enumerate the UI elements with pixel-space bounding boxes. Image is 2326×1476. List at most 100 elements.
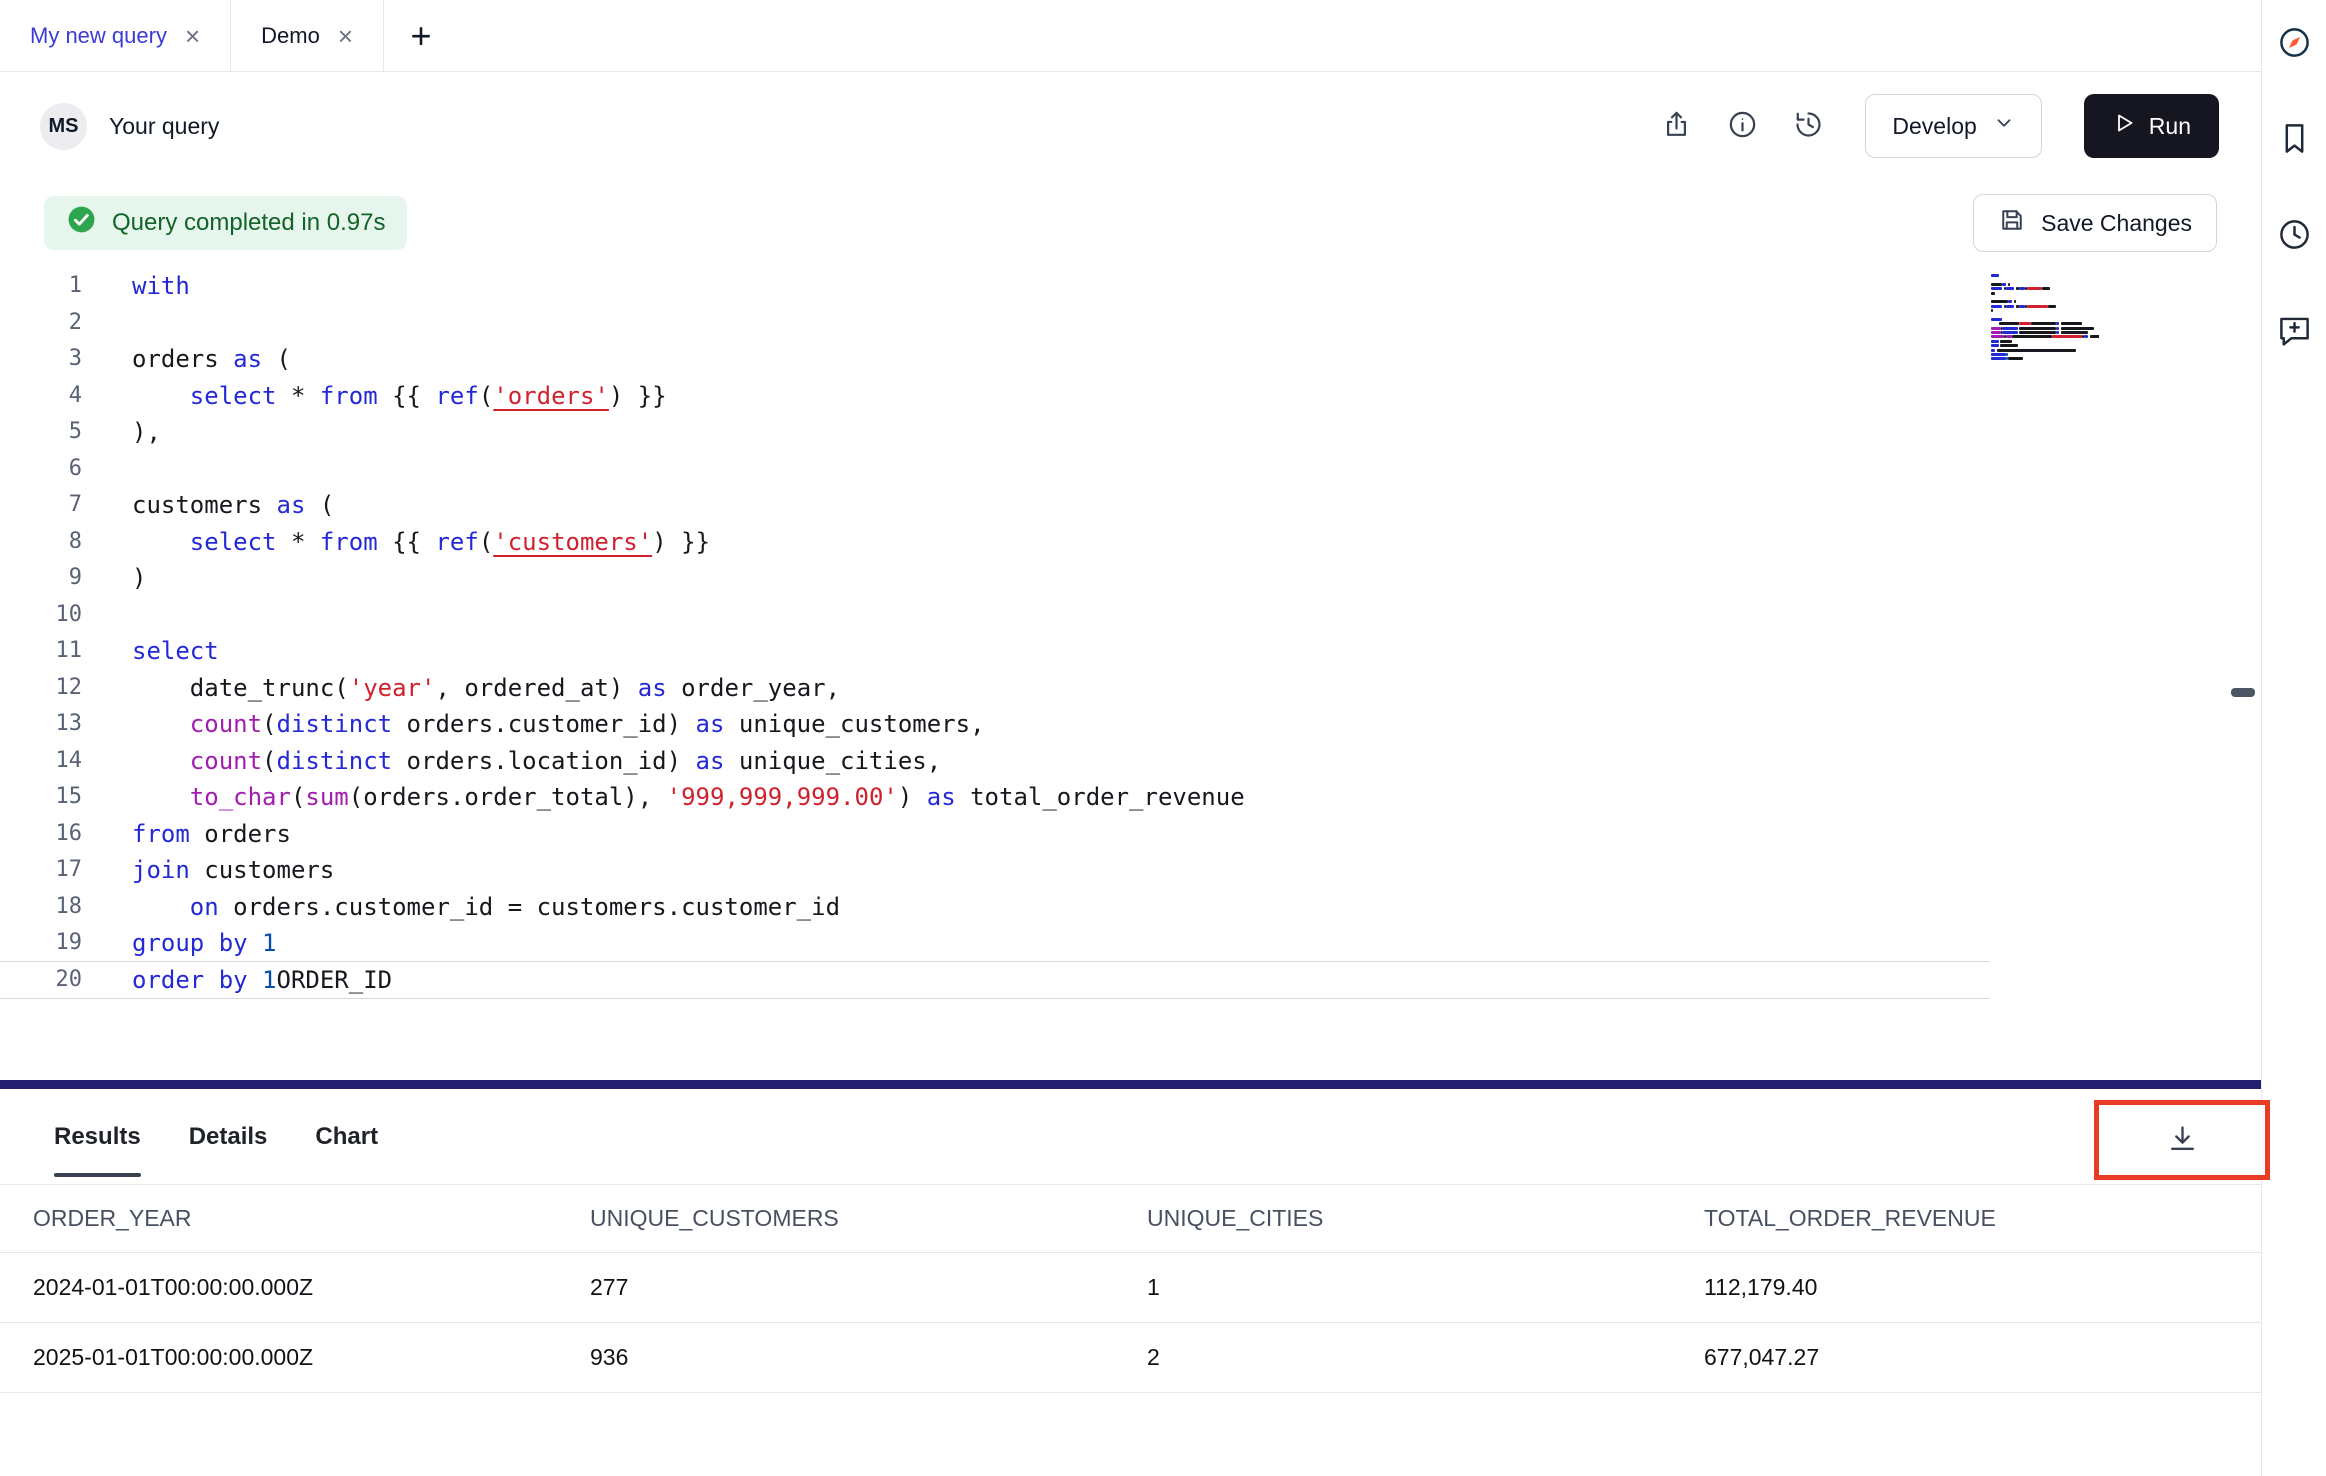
scrollbar-thumb[interactable] bbox=[2231, 688, 2255, 697]
develop-dropdown[interactable]: Develop bbox=[1865, 94, 2041, 158]
tab-chart[interactable]: Chart bbox=[315, 1089, 378, 1184]
info-button[interactable] bbox=[1719, 103, 1765, 149]
close-icon[interactable]: × bbox=[185, 23, 200, 49]
save-changes-label: Save Changes bbox=[2041, 210, 2192, 237]
history-icon bbox=[1793, 109, 1824, 143]
table-row[interactable]: 2025-01-01T00:00:00.000Z9362677,047.27 bbox=[0, 1323, 2261, 1393]
code-line[interactable]: 5), bbox=[0, 414, 2261, 451]
code-line[interactable]: 15 to_char(sum(orders.order_total), '999… bbox=[0, 779, 2261, 816]
run-label: Run bbox=[2149, 113, 2191, 140]
editor-tab-bar: My new query × Demo × + bbox=[0, 0, 2261, 72]
page-title: Your query bbox=[109, 113, 219, 140]
sql-editor[interactable]: 1with23 orders as (4 select * from {{ ref… bbox=[0, 268, 2261, 1080]
results-table: ORDER_YEARUNIQUE_CUSTOMERSUNIQUE_CITIEST… bbox=[0, 1185, 2261, 1393]
save-icon bbox=[1998, 206, 2026, 240]
tab-demo[interactable]: Demo × bbox=[231, 0, 384, 71]
code-text: order by 1ORDER_ID bbox=[132, 962, 392, 999]
code-line[interactable]: 13 count(distinct orders.customer_id) as… bbox=[0, 706, 2261, 743]
status-badge: Query completed in 0.97s bbox=[44, 196, 407, 250]
panel-splitter[interactable] bbox=[0, 1080, 2261, 1089]
clock-icon bbox=[2276, 216, 2313, 256]
feedback-button[interactable] bbox=[2272, 310, 2316, 354]
table-cell: 2025-01-01T00:00:00.000Z bbox=[33, 1344, 590, 1371]
code-line[interactable]: 3 orders as ( bbox=[0, 341, 2261, 378]
line-number: 11 bbox=[0, 633, 82, 670]
query-actions: Develop Run bbox=[1653, 94, 2219, 158]
code-text: count(distinct orders.location_id) as un… bbox=[132, 743, 941, 780]
code-text: join customers bbox=[132, 852, 334, 889]
explore-compass-icon bbox=[2276, 24, 2313, 64]
code-line[interactable]: 7 customers as ( bbox=[0, 487, 2261, 524]
results-tab-bar: Results Details Chart bbox=[0, 1089, 2261, 1185]
run-button[interactable]: Run bbox=[2084, 94, 2219, 158]
line-number: 14 bbox=[0, 743, 82, 780]
code-line[interactable]: 10 bbox=[0, 597, 2261, 634]
results-body: 2024-01-01T00:00:00.000Z2771112,179.4020… bbox=[0, 1253, 2261, 1393]
code-line[interactable]: 14 count(distinct orders.location_id) as… bbox=[0, 743, 2261, 780]
line-number: 6 bbox=[0, 451, 82, 488]
tab-details[interactable]: Details bbox=[189, 1089, 268, 1184]
code-line[interactable]: 8 select * from {{ ref('customers') }} bbox=[0, 524, 2261, 561]
code-line[interactable]: 4 select * from {{ ref('orders') }} bbox=[0, 378, 2261, 415]
code-text: customers as ( bbox=[132, 487, 334, 524]
code-text: select bbox=[132, 633, 219, 670]
line-number: 7 bbox=[0, 487, 82, 524]
history-button[interactable] bbox=[1785, 103, 1831, 149]
code-line[interactable]: 18 on orders.customer_id = customers.cus… bbox=[0, 889, 2261, 926]
table-cell: 2024-01-01T00:00:00.000Z bbox=[33, 1274, 590, 1301]
new-tab-button[interactable]: + bbox=[384, 0, 458, 71]
code-text: select * from {{ ref('customers') }} bbox=[132, 524, 710, 561]
line-number: 2 bbox=[0, 305, 82, 342]
code-line[interactable]: 1with bbox=[0, 268, 2261, 305]
download-icon bbox=[2166, 1122, 2199, 1158]
explore-button[interactable] bbox=[2272, 22, 2316, 66]
code-line[interactable]: 9) bbox=[0, 560, 2261, 597]
results-header-row: ORDER_YEARUNIQUE_CUSTOMERSUNIQUE_CITIEST… bbox=[0, 1185, 2261, 1253]
code-lines: 1with23 orders as (4 select * from {{ ref… bbox=[0, 268, 2261, 998]
code-line[interactable]: 20 order by 1ORDER_ID bbox=[0, 962, 1990, 999]
line-number: 18 bbox=[0, 889, 82, 926]
code-line[interactable]: 6 bbox=[0, 451, 2261, 488]
table-cell: 2 bbox=[1147, 1344, 1704, 1371]
save-changes-button[interactable]: Save Changes bbox=[1973, 194, 2217, 252]
table-row[interactable]: 2024-01-01T00:00:00.000Z2771112,179.40 bbox=[0, 1253, 2261, 1323]
avatar: MS bbox=[40, 103, 87, 150]
code-line[interactable]: 17join customers bbox=[0, 852, 2261, 889]
tab-my-new-query[interactable]: My new query × bbox=[0, 0, 231, 71]
minimap[interactable] bbox=[1991, 274, 2099, 362]
share-icon bbox=[1661, 109, 1692, 143]
line-number: 3 bbox=[0, 341, 82, 378]
tab-results[interactable]: Results bbox=[54, 1089, 141, 1184]
column-header: ORDER_YEAR bbox=[33, 1205, 590, 1232]
query-header: MS Your query bbox=[0, 72, 2261, 180]
share-button[interactable] bbox=[1653, 103, 1699, 149]
code-text: ) bbox=[132, 560, 146, 597]
line-number: 9 bbox=[0, 560, 82, 597]
download-button[interactable] bbox=[2152, 1110, 2212, 1170]
bookmark-icon bbox=[2276, 120, 2313, 160]
query-history-button[interactable] bbox=[2272, 214, 2316, 258]
column-header: UNIQUE_CITIES bbox=[1147, 1205, 1704, 1232]
tab-label: Demo bbox=[261, 23, 320, 49]
code-text: on orders.customer_id = customers.custom… bbox=[132, 889, 840, 926]
code-line[interactable]: 12 date_trunc('year', ordered_at) as ord… bbox=[0, 670, 2261, 707]
code-text: group by 1 bbox=[132, 925, 277, 962]
code-line[interactable]: 11 select bbox=[0, 633, 2261, 670]
line-number: 10 bbox=[0, 597, 82, 634]
column-header: TOTAL_ORDER_REVENUE bbox=[1704, 1205, 2261, 1232]
close-icon[interactable]: × bbox=[338, 23, 353, 49]
code-text: orders as ( bbox=[132, 341, 291, 378]
code-line[interactable]: 16from orders bbox=[0, 816, 2261, 853]
table-cell: 1 bbox=[1147, 1274, 1704, 1301]
code-text: date_trunc('year', ordered_at) as order_… bbox=[132, 670, 840, 707]
main-panel: My new query × Demo × + MS Your query bbox=[0, 0, 2262, 1476]
code-text: select * from {{ ref('orders') }} bbox=[132, 378, 667, 415]
line-number: 15 bbox=[0, 779, 82, 816]
code-line[interactable]: 2 bbox=[0, 305, 2261, 342]
line-number: 20 bbox=[0, 962, 82, 999]
line-number: 16 bbox=[0, 816, 82, 853]
line-number: 19 bbox=[0, 925, 82, 962]
code-line[interactable]: 19 group by 1 bbox=[0, 925, 2261, 962]
column-header: UNIQUE_CUSTOMERS bbox=[590, 1205, 1147, 1232]
bookmark-button[interactable] bbox=[2272, 118, 2316, 162]
